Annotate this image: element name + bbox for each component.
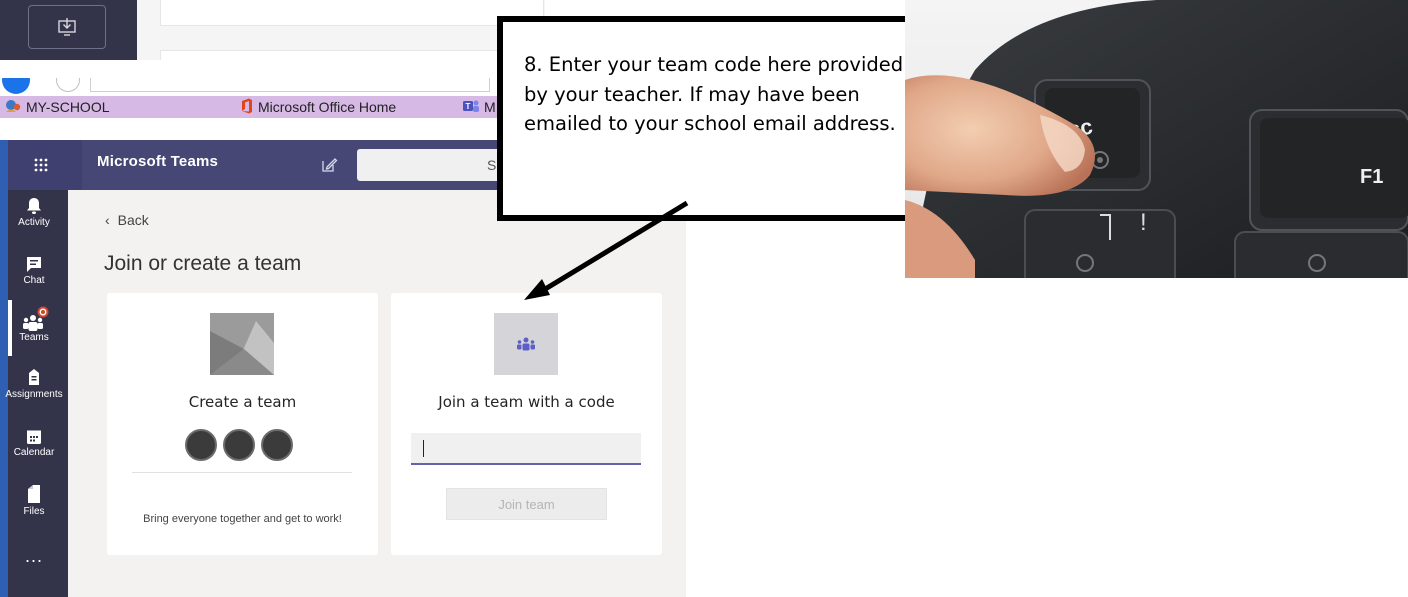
svg-text:!: ! [1140, 209, 1147, 236]
f1-key-label: F1 [1360, 166, 1383, 188]
keyboard-photo: ! Esc F1 [905, 0, 1408, 278]
keyboard-esc-photo: ! Esc F1 [905, 0, 1408, 278]
